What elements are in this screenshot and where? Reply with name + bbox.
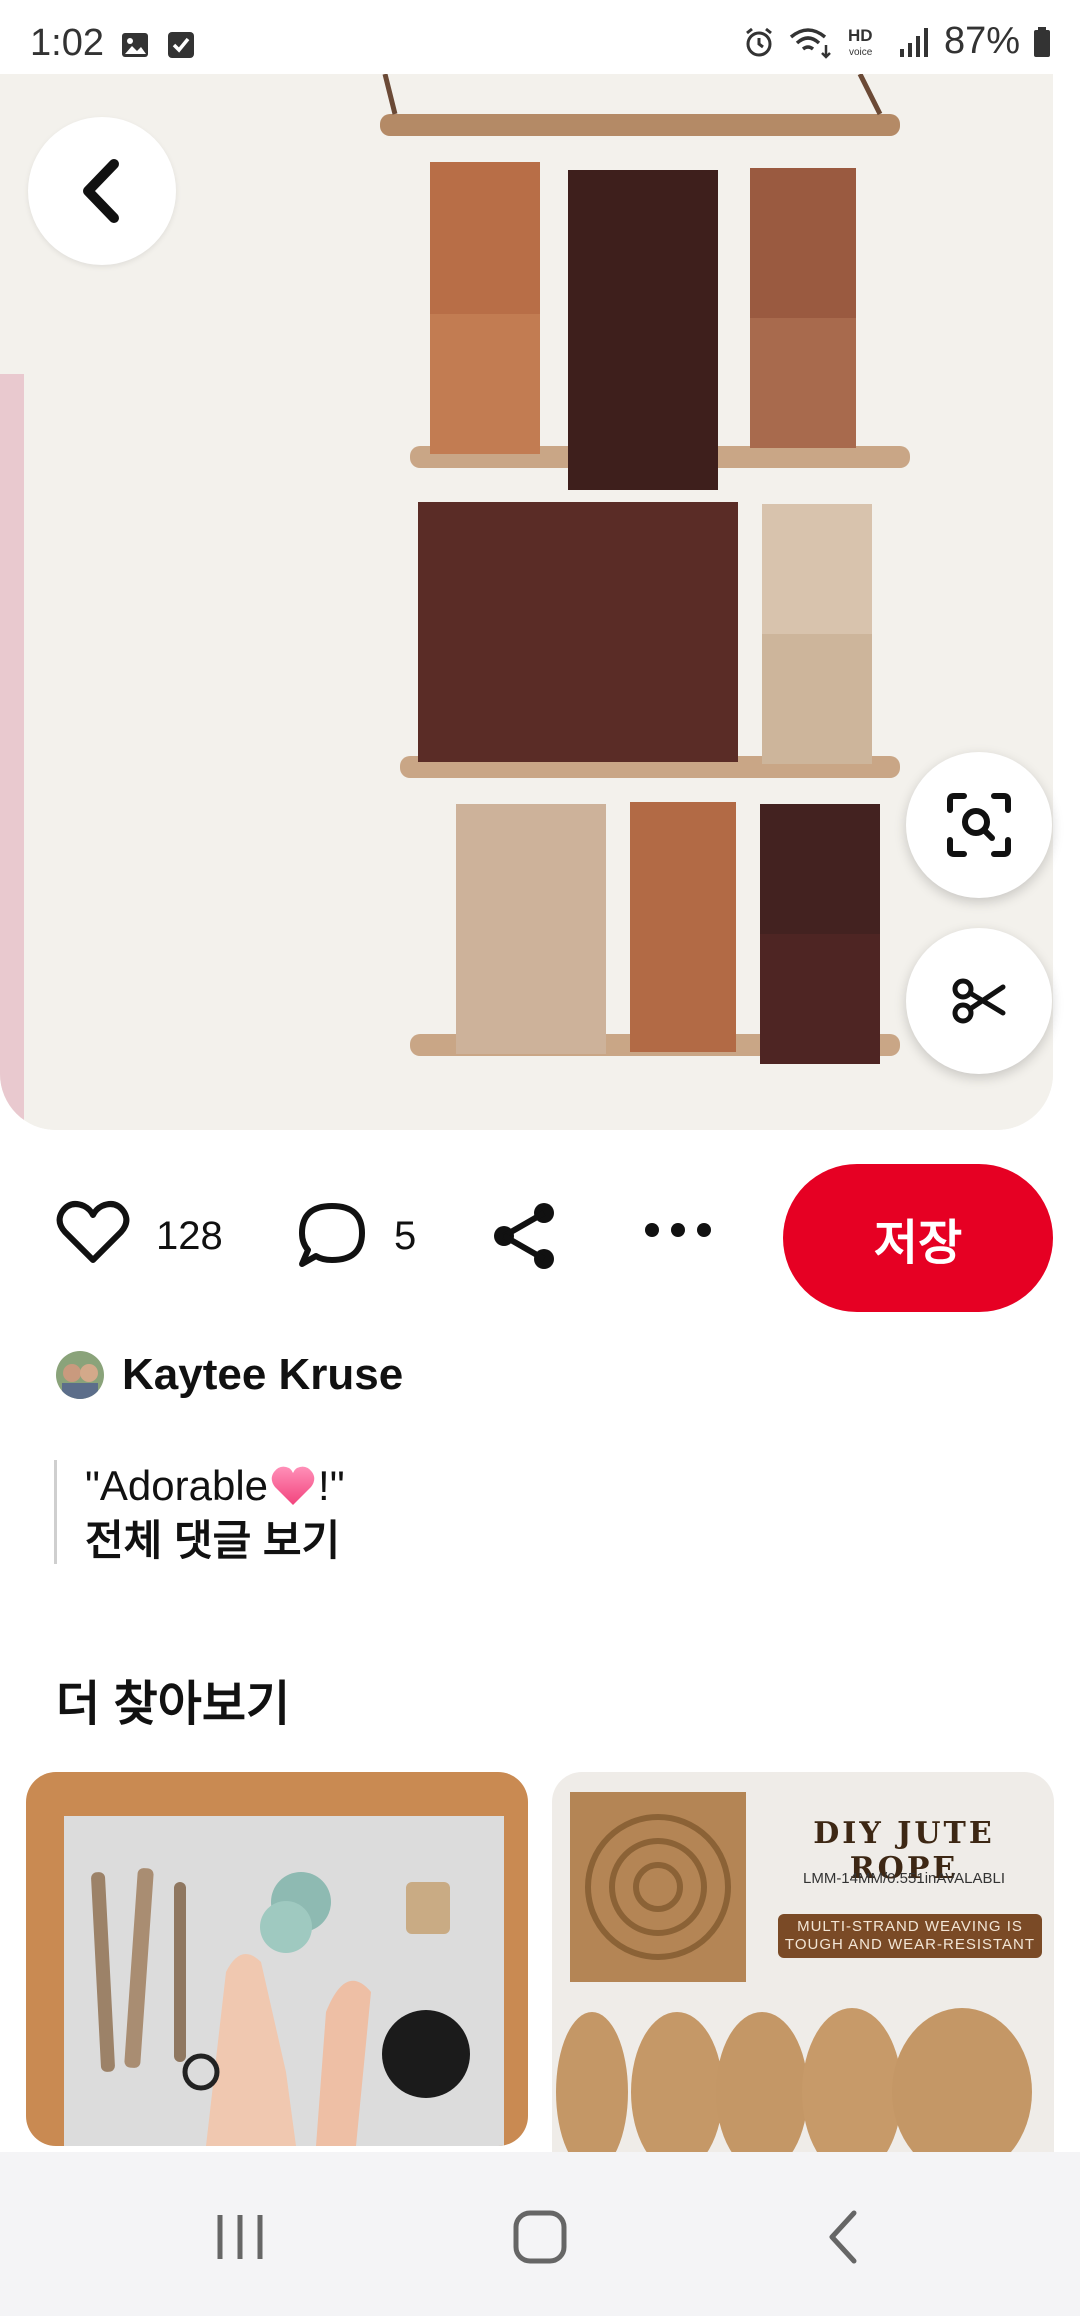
more-button[interactable] xyxy=(642,1220,714,1240)
recents-button[interactable] xyxy=(200,2204,280,2270)
author-name[interactable]: Kaytee Kruse xyxy=(122,1350,403,1400)
explore-more-title: 더 찾아보기 xyxy=(56,1678,291,1731)
status-right: HD voice 87% xyxy=(742,20,1052,63)
back-button[interactable] xyxy=(28,117,176,265)
share-button[interactable] xyxy=(490,1200,560,1272)
image-icon xyxy=(122,33,148,57)
see-all-comments-link[interactable]: 전체 댓글 보기 xyxy=(85,1512,345,1570)
heart-icon xyxy=(56,1201,130,1263)
recents-icon xyxy=(217,2215,263,2259)
status-left-icons xyxy=(120,30,196,60)
more-icon xyxy=(645,1223,711,1237)
cutout-button[interactable] xyxy=(906,928,1052,1074)
signal-icon xyxy=(899,27,928,57)
checkbox-icon xyxy=(168,32,194,58)
system-nav-bar xyxy=(0,2152,1080,2316)
status-time: 1:02 xyxy=(30,22,104,64)
home-icon xyxy=(513,2210,567,2264)
system-back-button[interactable] xyxy=(804,2204,884,2270)
hd-voice-icon: HD voice xyxy=(848,26,873,58)
battery-icon xyxy=(1034,26,1050,57)
jute-badge-line2: TOUGH AND WEAR-RESISTANT xyxy=(784,1936,1036,1953)
explore-card-branches[interactable] xyxy=(26,1772,528,2146)
avatar[interactable] xyxy=(56,1351,104,1399)
author-row[interactable]: Kaytee Kruse xyxy=(56,1350,403,1400)
action-row: 128 5 저장 xyxy=(0,1160,1080,1312)
back-icon xyxy=(829,2210,857,2264)
branches-craft-image xyxy=(26,1772,528,2146)
alarm-icon xyxy=(746,27,772,56)
svg-text:voice: voice xyxy=(849,47,873,58)
comment-text-before: "Adorable xyxy=(85,1462,269,1509)
avatar-image xyxy=(56,1351,104,1399)
visual-search-button[interactable] xyxy=(906,752,1052,898)
status-bar: 1:02 HD voice 87% xyxy=(0,0,1080,72)
like-button[interactable] xyxy=(56,1200,130,1266)
comment-button[interactable] xyxy=(296,1200,368,1270)
comment-icon xyxy=(299,1203,365,1267)
battery-percent: 87% xyxy=(943,20,1020,62)
wifi-icon xyxy=(789,27,831,59)
comment-text: "Adorable !" xyxy=(85,1460,345,1512)
jute-subline: LMM-14MM/0.551inAVALABLI xyxy=(802,1870,1006,1887)
scissors-icon xyxy=(952,978,1006,1024)
explore-card-jute-rope[interactable]: DIY JUTE ROPE LMM-14MM/0.551inAVALABLI M… xyxy=(552,1772,1054,2152)
top-comment[interactable]: "Adorable !" 전체 댓글 보기 xyxy=(54,1460,345,1564)
comment-count: 5 xyxy=(394,1214,417,1258)
share-icon xyxy=(494,1203,554,1269)
comment-text-after: !" xyxy=(318,1462,345,1509)
visual-search-icon xyxy=(947,793,1011,857)
home-button[interactable] xyxy=(500,2204,580,2270)
pink-heart-emoji-icon xyxy=(271,1466,315,1505)
svg-text:HD: HD xyxy=(848,26,873,45)
back-arrow-icon xyxy=(83,159,119,223)
save-button[interactable]: 저장 xyxy=(783,1164,1053,1312)
jute-badge-line1: MULTI-STRAND WEAVING IS xyxy=(797,1918,1023,1935)
like-count: 128 xyxy=(156,1214,223,1258)
